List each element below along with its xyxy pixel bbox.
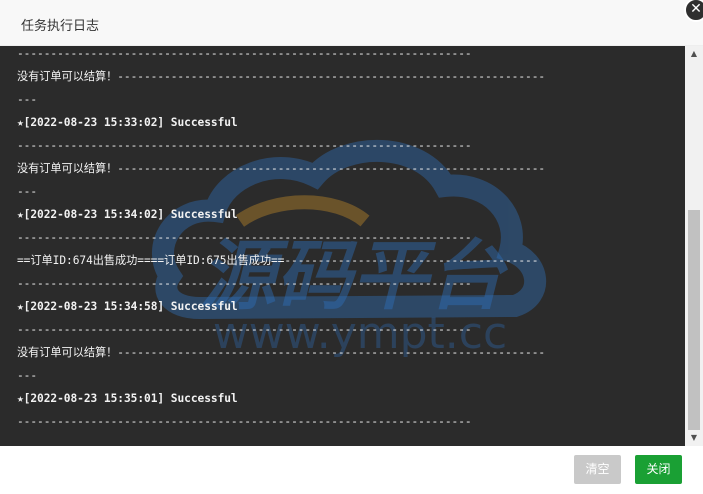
- log-line: ---: [17, 93, 38, 106]
- log-line: ----------------------------------------…: [17, 139, 472, 152]
- clear-button[interactable]: 清空: [574, 455, 621, 484]
- log-scrollbar[interactable]: ▲ ▼: [685, 46, 703, 446]
- log-line: 没有订单可以结算！-------------------------------…: [17, 70, 546, 83]
- close-button[interactable]: 关闭: [635, 455, 682, 484]
- log-line: 没有订单可以结算！-------------------------------…: [17, 162, 546, 175]
- dialog-footer: 清空 关闭: [0, 446, 703, 494]
- dialog-titlebar[interactable]: 任务执行日志: [0, 0, 703, 46]
- log-line: 没有订单可以结算！-------------------------------…: [17, 346, 546, 359]
- log-line: ---: [17, 369, 38, 382]
- close-icon[interactable]: ✕: [684, 0, 703, 22]
- scrollbar-thumb[interactable]: [688, 210, 700, 430]
- log-line: ★[2022-08-23 15:34:58] Successful: [17, 300, 238, 313]
- log-line: ★[2022-08-23 15:34:02] Successful: [17, 208, 238, 221]
- scroll-down-icon[interactable]: ▼: [685, 430, 703, 446]
- log-line: ----------------------------------------…: [17, 47, 472, 60]
- log-output: ----------------------------------------…: [17, 46, 685, 446]
- log-line: ★[2022-08-23 15:35:01] Successful: [17, 392, 238, 405]
- log-line: ----------------------------------------…: [17, 231, 472, 244]
- log-line: ==订单ID:674出售成功====订单ID:675出售成功==--------…: [17, 254, 539, 267]
- dialog-title: 任务执行日志: [21, 19, 100, 34]
- log-panel[interactable]: 源码平台 www.ympt.cc -----------------------…: [0, 46, 703, 446]
- log-line: ---: [17, 185, 38, 198]
- task-log-dialog: 任务执行日志 源码平台 www.ympt.cc ----------------…: [0, 0, 703, 494]
- scroll-up-icon[interactable]: ▲: [685, 46, 703, 62]
- log-line: ----------------------------------------…: [17, 323, 472, 336]
- log-line: ----------------------------------------…: [17, 277, 472, 290]
- log-line: ----------------------------------------…: [17, 415, 472, 428]
- log-line: ★[2022-08-23 15:33:02] Successful: [17, 116, 238, 129]
